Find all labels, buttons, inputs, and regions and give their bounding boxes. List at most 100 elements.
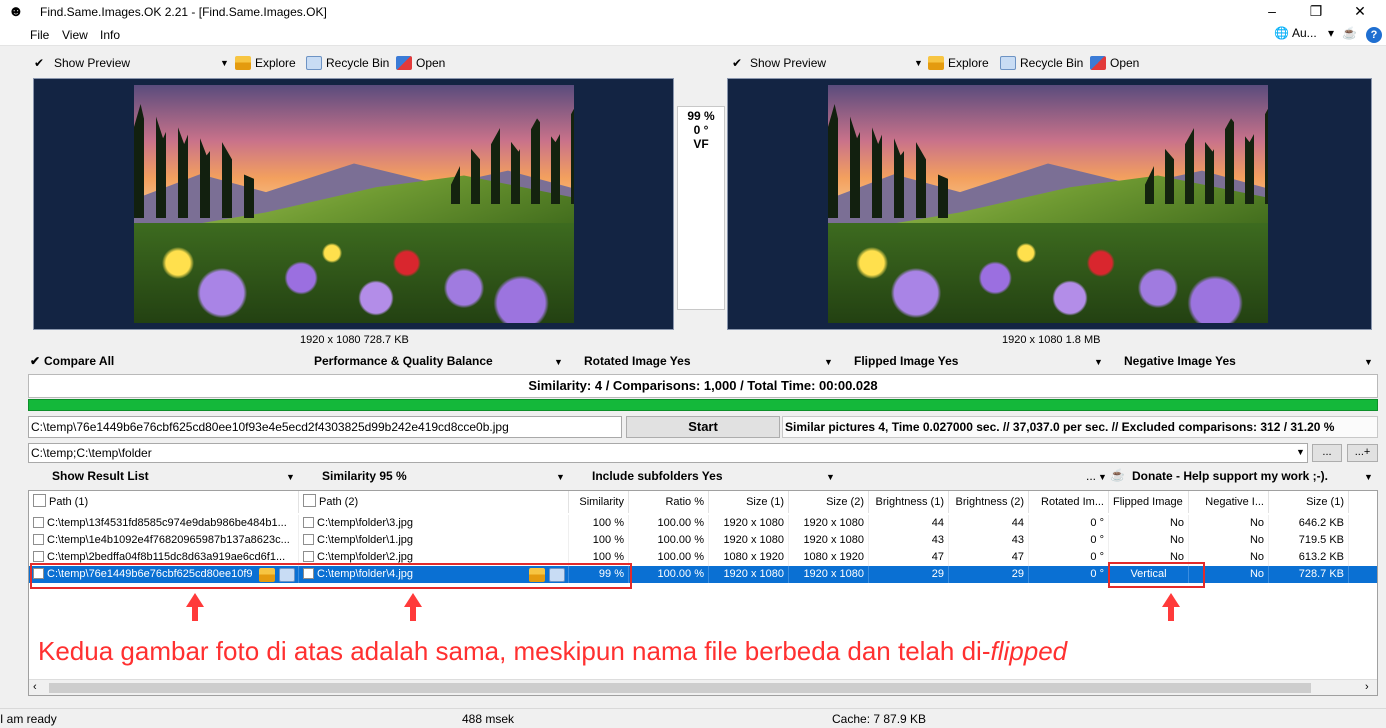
cell-text: 47 (1011, 551, 1024, 563)
browse-folder-button[interactable]: ... (1312, 444, 1342, 462)
column-header-negative[interactable]: Negative I... (1189, 491, 1269, 513)
similarity-threshold-select[interactable]: Similarity 95 % (322, 469, 407, 483)
table-row[interactable]: C:\temp\13f4531fd8585c974e9dab986be484b1… (29, 515, 1377, 532)
select-all-checkbox-2[interactable] (303, 494, 316, 507)
scroll-left-icon[interactable]: ‹ (33, 681, 37, 693)
cell-sim: 100 % (569, 532, 629, 549)
include-subfolders-arrow[interactable]: ▼ (826, 472, 835, 482)
cell-fsize: 728.7 KB (1269, 566, 1349, 583)
help-icon[interactable]: ? (1366, 27, 1382, 43)
column-header-brightness1[interactable]: Brightness (1) (869, 491, 949, 513)
horizontal-scrollbar[interactable]: ‹ › (29, 679, 1377, 695)
left-show-preview-dropdown-arrow[interactable]: ▼ (220, 58, 229, 68)
menu-view[interactable]: View (62, 28, 88, 42)
coffee-icon[interactable]: ☕ (1342, 26, 1357, 40)
compare-all-toggle[interactable]: Compare All (44, 354, 114, 368)
row-checkbox[interactable] (33, 534, 44, 545)
folders-dropdown-arrow[interactable]: ▼ (1296, 447, 1305, 457)
right-open-button[interactable]: Open (1090, 56, 1139, 70)
column-header-size1[interactable]: Size (1) (709, 491, 789, 513)
negative-dropdown-arrow[interactable]: ▼ (1364, 357, 1373, 367)
column-header-size2[interactable]: Size (2) (789, 491, 869, 513)
performance-dropdown-arrow[interactable]: ▼ (554, 357, 563, 367)
cell-ratio: 100.00 % (629, 549, 709, 566)
cell-text: No (1249, 551, 1264, 563)
maximize-button[interactable]: ❐ (1296, 0, 1336, 24)
start-button[interactable]: Start (626, 416, 780, 438)
show-result-list-arrow[interactable]: ▼ (286, 472, 295, 482)
cell-size2: 1080 x 1920 (789, 549, 869, 566)
column-header-path2[interactable]: Path (2) (299, 491, 569, 513)
cell-rot: 0 ° (1029, 515, 1109, 532)
left-recycle-bin-button[interactable]: Recycle Bin (306, 56, 389, 70)
left-open-label: Open (416, 56, 446, 70)
performance-select[interactable]: Performance & Quality Balance (314, 354, 493, 368)
row-checkbox[interactable] (303, 551, 314, 562)
left-show-preview-toggle[interactable]: Show Preview (54, 56, 130, 70)
left-open-button[interactable]: Open (396, 56, 445, 70)
column-header-similarity[interactable]: Similarity (569, 491, 629, 513)
scroll-right-icon[interactable]: › (1365, 681, 1369, 693)
cell-text: 43 (1011, 534, 1024, 546)
column-header-flipped[interactable]: Flipped Image (1109, 491, 1189, 513)
cell-fsize: 646.2 KB (1269, 515, 1349, 532)
column-header-rotated[interactable]: Rotated Im... (1029, 491, 1109, 513)
menu-info[interactable]: Info (100, 28, 120, 42)
cell-text: 1080 x 1920 (803, 551, 864, 563)
open-icon (396, 56, 412, 70)
column-header-path1[interactable]: Path (1) (29, 491, 299, 513)
rotated-dropdown-arrow[interactable]: ▼ (824, 357, 833, 367)
cell-text: C:\temp\folder\1.jpg (317, 534, 413, 546)
cell-text: 47 (931, 551, 944, 563)
recycle-bin-icon (306, 56, 322, 70)
menu-file[interactable]: File (30, 28, 49, 42)
close-button[interactable]: ✕ (1340, 0, 1380, 24)
similarity-threshold-arrow[interactable]: ▼ (556, 472, 565, 482)
row-checkbox[interactable] (33, 551, 44, 562)
right-show-preview-dropdown-arrow[interactable]: ▼ (914, 58, 923, 68)
include-subfolders-select[interactable]: Include subfolders Yes (592, 469, 723, 483)
right-recycle-bin-button[interactable]: Recycle Bin (1000, 56, 1083, 70)
flipped-image-select[interactable]: Flipped Image Yes (854, 354, 958, 368)
column-header-ratio[interactable]: Ratio % (629, 491, 709, 513)
cell-b1: 43 (869, 532, 949, 549)
language-dropdown-arrow[interactable]: ▾ (1328, 26, 1334, 40)
language-selector[interactable]: Au... (1292, 26, 1317, 40)
rotated-image-select[interactable]: Rotated Image Yes (584, 354, 691, 368)
right-show-preview-toggle[interactable]: Show Preview (750, 56, 826, 70)
select-all-checkbox[interactable] (33, 494, 46, 507)
language-globe-icon[interactable]: 🌐 (1274, 26, 1289, 40)
right-image-preview[interactable] (727, 78, 1372, 330)
row-checkbox[interactable] (33, 517, 44, 528)
donate-arrow[interactable]: ▼ (1364, 472, 1373, 482)
show-result-list-select[interactable]: Show Result List (52, 469, 149, 483)
donate-link[interactable]: Donate - Help support my work ;-). (1132, 469, 1328, 483)
cell-b1: 29 (869, 566, 949, 583)
right-preview-photo (828, 85, 1268, 323)
cell-path2: C:\temp\folder\3.jpg (299, 515, 569, 532)
right-explore-button[interactable]: Explore (928, 56, 989, 70)
cell-text: 0 ° (1090, 534, 1104, 546)
table-row[interactable]: C:\temp\1e4b1092e4f76820965987b137a8623c… (29, 532, 1377, 549)
flipped-dropdown-arrow[interactable]: ▼ (1094, 357, 1103, 367)
column-header-filesize[interactable]: Size (1) (1269, 491, 1349, 513)
left-recycle-label: Recycle Bin (326, 56, 390, 70)
right-image-dimensions: 1920 x 1080 1.8 MB (1002, 334, 1101, 346)
left-image-preview[interactable] (33, 78, 674, 330)
scrollbar-thumb[interactable] (49, 683, 1311, 693)
more-options-button[interactable]: ... (1086, 469, 1096, 483)
current-file-field[interactable]: C:\temp\76e1449b6e76cbf625cd80ee10f93e4e… (28, 416, 622, 438)
row-checkbox[interactable] (303, 534, 314, 545)
add-folder-button[interactable]: ...+ (1347, 444, 1378, 462)
minimize-button[interactable]: – (1252, 0, 1292, 24)
folders-input[interactable]: C:\temp;C:\temp\folder (28, 443, 1308, 463)
right-explore-label: Explore (948, 56, 989, 70)
row-checkbox[interactable] (303, 517, 314, 528)
cell-text: C:\temp\folder\3.jpg (317, 517, 413, 529)
negative-image-select[interactable]: Negative Image Yes (1124, 354, 1236, 368)
right-recycle-label: Recycle Bin (1020, 56, 1084, 70)
column-header-brightness2[interactable]: Brightness (2) (949, 491, 1029, 513)
left-explore-button[interactable]: Explore (235, 56, 296, 70)
more-options-arrow[interactable]: ▼ (1098, 472, 1107, 482)
cell-text: C:\temp\2bedffa04f8b115dc8d63a919ae6cd6f… (47, 551, 286, 563)
